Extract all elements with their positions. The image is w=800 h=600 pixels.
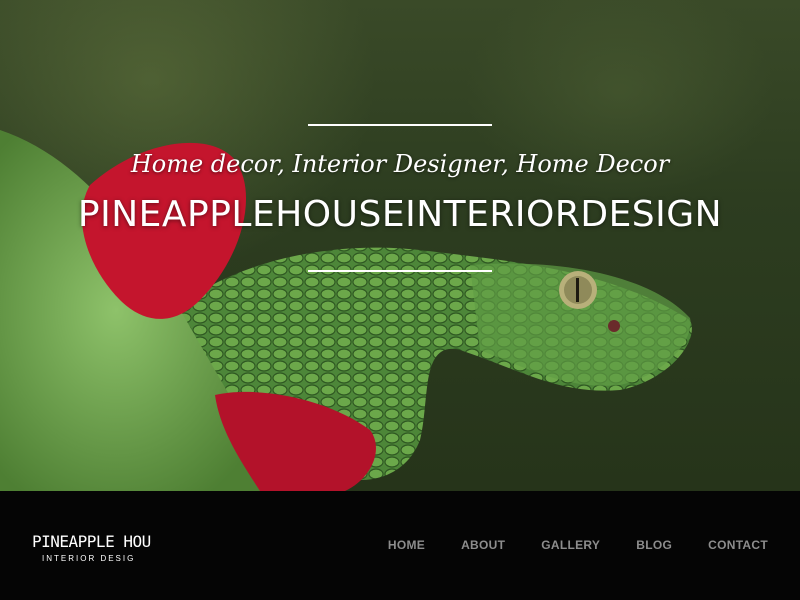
- nav-gallery-link[interactable]: GALLERY: [541, 538, 600, 552]
- nav-home-link[interactable]: HOME: [388, 538, 425, 552]
- hero-text-block: Home decor, Interior Designer, Home Deco…: [0, 0, 800, 491]
- top-divider: [308, 124, 492, 126]
- hero-tagline: Home decor, Interior Designer, Home Deco…: [130, 150, 670, 178]
- site-logo[interactable]: PINEAPPLE HOU INTERIOR DESIG: [32, 532, 151, 566]
- main-nav: HOME ABOUT GALLERY BLOG CONTACT: [352, 538, 768, 552]
- nav-contact-link[interactable]: CONTACT: [708, 538, 768, 552]
- hero-banner: Home decor, Interior Designer, Home Deco…: [0, 0, 800, 491]
- bottom-divider: [308, 270, 492, 272]
- logo-main-text: PINEAPPLE HOU: [32, 532, 151, 551]
- logo-sub-text: INTERIOR DESIG: [42, 554, 136, 563]
- nav-about-link[interactable]: ABOUT: [461, 538, 505, 552]
- nav-blog-link[interactable]: BLOG: [636, 538, 672, 552]
- hero-title: PINEAPPLEHOUSEINTERIORDESIGN: [77, 194, 723, 235]
